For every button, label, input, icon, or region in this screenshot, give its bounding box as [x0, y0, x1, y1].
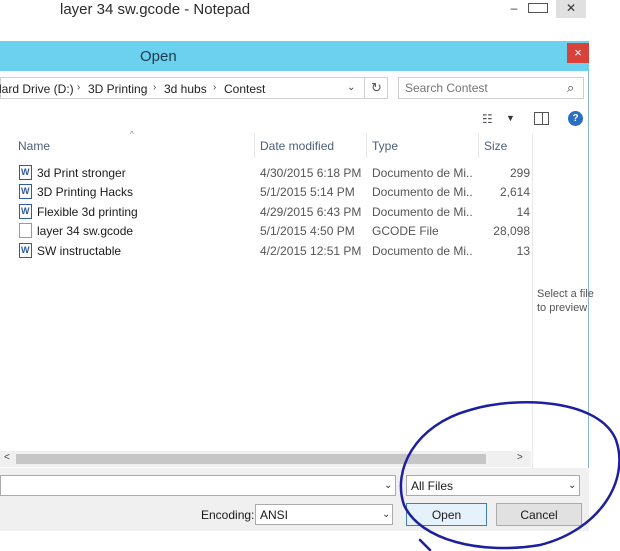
- file-date: 4/2/2015 12:51 PM: [260, 244, 362, 258]
- column-header-date[interactable]: Date modified: [260, 139, 334, 153]
- preview-text-line: Select a file: [537, 288, 594, 300]
- bottom-panel: ⌄ All Files ⌄ Encoding: ANSI ⌄ Open Canc…: [0, 468, 589, 531]
- file-row[interactable]: 3D Printing Hacks 5/1/2015 5:14 PM Docum…: [0, 183, 531, 202]
- scroll-left-icon[interactable]: <: [4, 452, 10, 463]
- chevron-right-icon: ›: [213, 82, 217, 93]
- file-date: 4/29/2015 6:43 PM: [260, 205, 362, 219]
- address-bar[interactable]: lard Drive (D:) › 3D Printing › 3d hubs …: [0, 77, 388, 99]
- file-type: Documento de Mi...: [372, 185, 472, 199]
- search-input[interactable]: [405, 81, 555, 95]
- file-date: 5/1/2015 4:50 PM: [260, 224, 355, 238]
- chevron-down-icon[interactable]: ⌄: [382, 509, 390, 520]
- file-name: 3d Print stronger: [37, 166, 126, 180]
- file-type: Documento de Mi...: [372, 166, 472, 180]
- file-name: 3D Printing Hacks: [37, 185, 134, 199]
- preview-pane: Select a file to preview: [532, 134, 594, 496]
- generic-file-icon: [19, 223, 32, 238]
- dialog-title: Open: [140, 48, 177, 65]
- view-options-icon[interactable]: ☷: [482, 112, 493, 126]
- file-row[interactable]: layer 34 sw.gcode 5/1/2015 4:50 PM GCODE…: [0, 222, 531, 241]
- scrollbar-thumb[interactable]: [16, 454, 486, 464]
- word-document-icon: [19, 204, 32, 219]
- dialog-titlebar: Open ×: [0, 41, 589, 71]
- notepad-maximize-button[interactable]: [528, 3, 548, 13]
- open-dialog: Open × lard Drive (D:) › 3D Printing › 3…: [0, 41, 594, 531]
- refresh-button[interactable]: ↻: [364, 78, 388, 98]
- preview-text-line: to preview: [537, 302, 588, 314]
- cancel-button[interactable]: Cancel: [496, 503, 582, 526]
- filename-combobox[interactable]: ⌄: [0, 475, 396, 496]
- file-type: GCODE File: [372, 224, 439, 238]
- column-divider[interactable]: [478, 134, 479, 158]
- search-box[interactable]: ⌕: [398, 77, 584, 99]
- file-name: SW instructable: [37, 244, 122, 258]
- breadcrumb-3d-printing[interactable]: 3D Printing: [88, 82, 147, 96]
- file-list: ^ Name Date modified Type Size 3d Print …: [0, 130, 531, 466]
- file-date: 4/30/2015 6:18 PM: [260, 166, 362, 180]
- chevron-down-icon[interactable]: ⌄: [347, 82, 355, 93]
- notepad-titlebar: layer 34 sw.gcode - Notepad – ✕: [0, 0, 620, 24]
- column-header-row: ^ Name Date modified Type Size: [0, 130, 531, 158]
- file-row[interactable]: Flexible 3d printing 4/29/2015 6:43 PM D…: [0, 203, 531, 222]
- help-icon[interactable]: ?: [568, 111, 583, 126]
- file-size: 13: [516, 244, 530, 258]
- chevron-down-icon[interactable]: ⌄: [568, 480, 576, 491]
- horizontal-scrollbar[interactable]: < >: [0, 451, 531, 467]
- search-icon[interactable]: ⌕: [567, 80, 574, 96]
- notepad-close-button[interactable]: ✕: [556, 0, 586, 18]
- file-row[interactable]: SW instructable 4/2/2015 12:51 PM Docume…: [0, 242, 531, 261]
- notepad-minimize-button[interactable]: –: [500, 0, 528, 18]
- column-divider[interactable]: [366, 134, 367, 158]
- column-header-type[interactable]: Type: [372, 139, 398, 153]
- filename-input[interactable]: [5, 479, 375, 493]
- filetype-value: All Files: [411, 479, 454, 493]
- breadcrumb-drive[interactable]: lard Drive (D:): [0, 82, 74, 96]
- file-size: 299: [509, 166, 530, 180]
- file-size: 14: [516, 205, 530, 219]
- file-size: 28,098: [493, 224, 530, 238]
- encoding-select[interactable]: ANSI ⌄: [255, 504, 393, 525]
- breadcrumb-contest[interactable]: Contest: [224, 82, 265, 96]
- word-document-icon: [19, 243, 32, 258]
- preview-pane-icon[interactable]: [534, 112, 549, 125]
- sort-arrow-icon: ^: [130, 130, 134, 139]
- file-name: Flexible 3d printing: [37, 205, 138, 219]
- view-dropdown-arrow-icon[interactable]: ▼: [506, 113, 515, 123]
- file-type: Documento de Mi...: [372, 205, 472, 219]
- encoding-label: Encoding:: [201, 508, 255, 522]
- file-type: Documento de Mi...: [372, 244, 472, 258]
- file-size: 2,614: [499, 185, 530, 199]
- file-row[interactable]: 3d Print stronger 4/30/2015 6:18 PM Docu…: [0, 164, 531, 183]
- encoding-value: ANSI: [260, 508, 289, 522]
- column-header-name[interactable]: Name: [18, 139, 50, 153]
- chevron-down-icon[interactable]: ⌄: [384, 480, 392, 491]
- file-date: 5/1/2015 5:14 PM: [260, 185, 355, 199]
- scroll-right-icon[interactable]: >: [517, 452, 523, 463]
- chevron-right-icon: ›: [77, 82, 81, 93]
- column-header-size[interactable]: Size: [484, 139, 507, 153]
- breadcrumb-3d-hubs[interactable]: 3d hubs: [164, 82, 207, 96]
- filetype-select[interactable]: All Files ⌄: [406, 475, 580, 496]
- open-button[interactable]: Open: [406, 503, 487, 526]
- dialog-close-button[interactable]: ×: [567, 43, 589, 63]
- preview-placeholder: Select a file to preview: [537, 287, 597, 315]
- file-name: layer 34 sw.gcode: [37, 224, 134, 238]
- column-divider[interactable]: [254, 134, 255, 158]
- notepad-title: layer 34 sw.gcode - Notepad: [60, 1, 251, 18]
- word-document-icon: [19, 184, 32, 199]
- word-document-icon: [19, 165, 32, 180]
- chevron-right-icon: ›: [153, 82, 157, 93]
